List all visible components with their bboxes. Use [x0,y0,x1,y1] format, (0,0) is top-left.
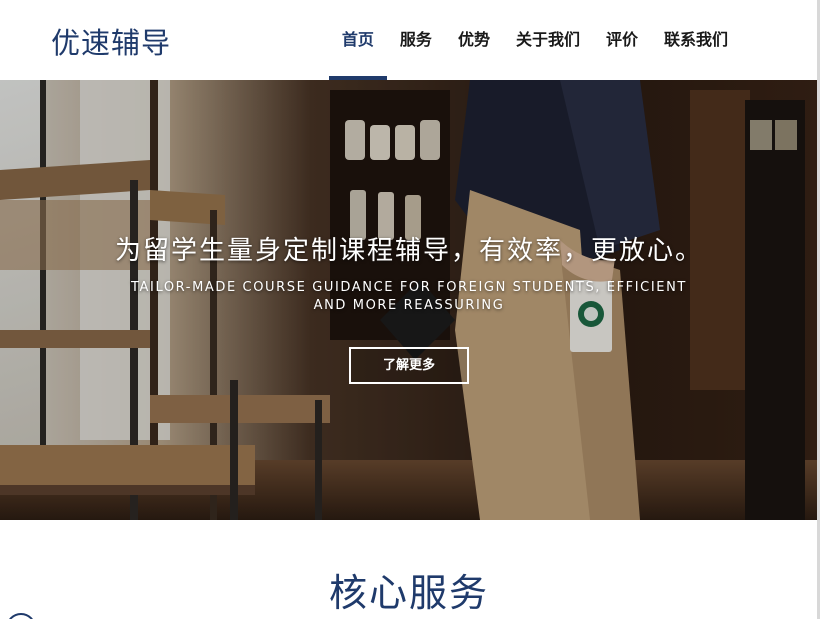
section-title: 核心服务 [328,571,489,615]
hero-subtitle: TAILOR-MADE COURSE GUIDANCE FOR FOREIGN … [131,280,687,313]
nav-item-contact[interactable]: 联系我们 [651,0,741,80]
site-header: 优速辅导 首页 服务 优势 关于我们 评价 联系我们 [0,0,820,80]
nav-item-advantages[interactable]: 优势 [445,0,503,80]
nav-item-home[interactable]: 首页 [328,0,387,80]
main-nav: 首页 服务 优势 关于我们 评价 联系我们 [328,0,741,80]
hero-banner: 为留学生量身定制课程辅导，有效率，更放心。 TAILOR-MADE COURSE… [0,80,818,520]
hero-title: 为留学生量身定制课程辅导，有效率，更放心。 [114,236,703,266]
learn-more-button[interactable]: 了解更多 [349,347,469,384]
nav-item-reviews[interactable]: 评价 [593,0,651,80]
site-logo[interactable]: 优速辅导 [51,20,171,62]
nav-item-about[interactable]: 关于我们 [503,0,593,80]
nav-item-services[interactable]: 服务 [387,0,445,80]
